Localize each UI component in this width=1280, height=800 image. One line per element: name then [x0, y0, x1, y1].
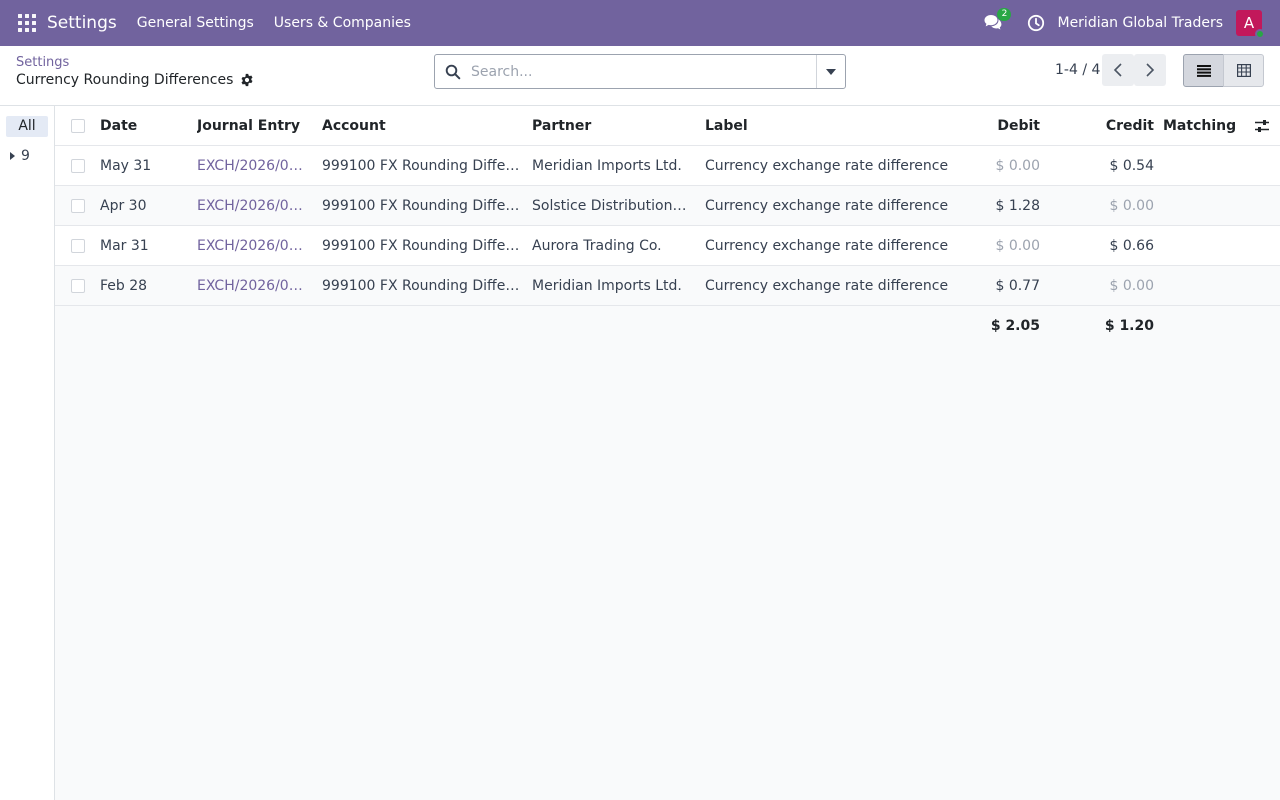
cell-partner: Meridian Imports Ltd. — [532, 158, 682, 174]
activity-clock-icon[interactable] — [1027, 14, 1045, 32]
cell-journal-entry-link[interactable]: EXCH/2026/03/0001 — [197, 226, 310, 266]
messages-button[interactable]: 2 — [984, 8, 1012, 34]
cell-account: 999100 FX Rounding Differences — [322, 278, 524, 294]
cell-date: May 31 — [100, 158, 152, 174]
cell-label: Currency exchange rate difference — [705, 278, 949, 294]
optional-columns-icon[interactable] — [1254, 118, 1270, 134]
caret-down-icon — [826, 68, 836, 75]
cell-label: Currency exchange rate difference — [705, 238, 949, 254]
column-header-journal-entry[interactable]: Journal Entry — [197, 106, 310, 146]
cell-credit: $ 0.00 — [1109, 198, 1154, 214]
cell-matching — [1163, 186, 1253, 226]
cell-label: Currency exchange rate difference — [705, 198, 949, 214]
column-header-account[interactable]: Account — [322, 106, 524, 146]
pager-next-button[interactable] — [1134, 54, 1166, 86]
menu-users-companies[interactable]: Users & Companies — [274, 15, 411, 31]
menu-general-settings[interactable]: General Settings — [137, 15, 254, 31]
cell-credit: $ 0.00 — [1109, 278, 1154, 294]
cell-matching — [1163, 266, 1253, 306]
table-grid-icon — [1236, 64, 1251, 77]
chevron-right-icon — [1146, 63, 1155, 77]
company-switcher[interactable]: Meridian Global Traders — [1057, 15, 1223, 31]
total-credit: $ 1.20 — [1104, 318, 1154, 334]
row-checkbox[interactable] — [71, 239, 85, 253]
pager-previous-button[interactable] — [1102, 54, 1134, 86]
search-icon — [445, 64, 461, 79]
column-header-credit[interactable]: Credit — [1085, 106, 1154, 146]
breadcrumb-settings[interactable]: Settings — [16, 55, 69, 70]
apps-menu-icon[interactable] — [18, 14, 36, 32]
column-header-label[interactable]: Label — [705, 106, 985, 146]
table-row[interactable]: Apr 30 EXCH/2026/04/0001 999100 FX Round… — [55, 186, 1280, 226]
cell-debit: $ 1.28 — [995, 198, 1040, 214]
table-row[interactable]: Feb 28 EXCH/2026/02/0001 999100 FX Round… — [55, 266, 1280, 306]
filter-all[interactable]: All — [6, 116, 48, 137]
cell-debit: $ 0.00 — [995, 158, 1040, 174]
search-bar — [434, 54, 846, 89]
cell-label: Currency exchange rate difference — [705, 158, 949, 174]
cell-debit: $ 0.77 — [995, 278, 1040, 294]
page-title-row: Currency Rounding Differences — [16, 72, 254, 88]
table-totals-row: $ 2.05 $ 1.20 — [55, 306, 1280, 346]
select-all-checkbox[interactable] — [71, 119, 85, 133]
top-navbar: Settings General Settings Users & Compan… — [0, 0, 1280, 46]
list-view-icon — [1196, 64, 1211, 77]
row-checkbox[interactable] — [71, 159, 85, 173]
gear-icon[interactable] — [240, 73, 254, 87]
messages-count-badge: 2 — [997, 8, 1012, 21]
table-row[interactable]: Mar 31 EXCH/2026/03/0001 999100 FX Round… — [55, 226, 1280, 266]
cell-journal-entry-link[interactable]: EXCH/2026/02/0001 — [197, 266, 310, 306]
search-input[interactable] — [471, 56, 801, 87]
pager-value[interactable]: 1-4 / 4 — [1055, 62, 1100, 78]
column-header-debit[interactable]: Debit — [975, 106, 1040, 146]
column-header-date[interactable]: Date — [100, 106, 190, 146]
user-avatar[interactable]: A — [1236, 10, 1265, 39]
table-header: Date Journal Entry Account Partner Label… — [55, 106, 1280, 146]
row-checkbox[interactable] — [71, 279, 85, 293]
pivot-view-button[interactable] — [1223, 54, 1264, 87]
filter-group-9[interactable]: 9 — [10, 148, 30, 164]
cell-date: Apr 30 — [100, 198, 147, 214]
cell-date: Feb 28 — [100, 278, 148, 294]
cell-credit: $ 0.66 — [1109, 238, 1154, 254]
table-row[interactable]: May 31 EXCH/2026/05/0001 999100 FX Round… — [55, 146, 1280, 186]
filter-group-label: 9 — [21, 148, 30, 164]
cell-journal-entry-link[interactable]: EXCH/2026/04/0001 — [197, 186, 310, 226]
page-title: Currency Rounding Differences — [16, 72, 234, 88]
cell-journal-entry-link[interactable]: EXCH/2026/05/0001 — [197, 146, 310, 186]
journal-items-list: Date Journal Entry Account Partner Label… — [55, 106, 1280, 800]
app-brand[interactable]: Settings — [47, 13, 117, 33]
column-header-matching[interactable]: Matching — [1163, 106, 1253, 146]
cell-credit: $ 0.54 — [1109, 158, 1154, 174]
cell-partner: Meridian Imports Ltd. — [532, 278, 682, 294]
total-debit: $ 2.05 — [990, 318, 1040, 334]
cell-partner: Aurora Trading Co. — [532, 238, 662, 254]
avatar-letter: A — [1243, 14, 1255, 32]
cell-partner: Solstice Distribution Group — [532, 198, 687, 214]
row-checkbox[interactable] — [71, 199, 85, 213]
cell-account: 999100 FX Rounding Differences — [322, 158, 524, 174]
search-panel: All 9 — [0, 106, 55, 800]
caret-right-icon — [10, 152, 15, 160]
cell-date: Mar 31 — [100, 238, 149, 254]
online-status-dot — [1255, 29, 1265, 39]
cell-matching — [1163, 146, 1253, 186]
chevron-left-icon — [1113, 63, 1122, 77]
search-options-toggle[interactable] — [816, 55, 845, 88]
cell-account: 999100 FX Rounding Differences — [322, 238, 524, 254]
list-view-button[interactable] — [1183, 54, 1224, 87]
cell-debit: $ 0.00 — [995, 238, 1040, 254]
cell-matching — [1163, 226, 1253, 266]
control-panel: Settings Currency Rounding Differences 1… — [0, 46, 1280, 106]
column-header-partner[interactable]: Partner — [532, 106, 687, 146]
cell-account: 999100 FX Rounding Differences — [322, 198, 524, 214]
